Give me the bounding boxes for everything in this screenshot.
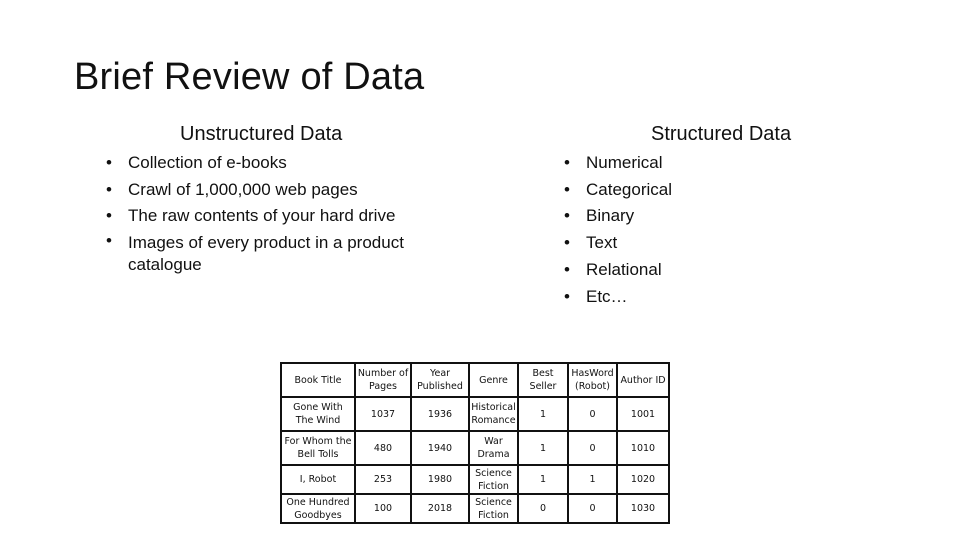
cell: 100 [354, 493, 412, 524]
cell: 1936 [410, 396, 470, 432]
structured-heading: Structured Data [651, 123, 792, 145]
header-cell: Best Seller [517, 362, 569, 398]
cell: I, Robot [280, 464, 356, 495]
books-table: Book Title Number of Pages Year Publishe… [280, 362, 670, 524]
header-cell: Genre [468, 362, 519, 398]
list-item: Text [564, 230, 672, 257]
list-item: Categorical [564, 177, 672, 204]
cell: Science Fiction [468, 464, 519, 495]
structured-list: Numerical Categorical Binary Text Relati… [564, 150, 672, 310]
cell: 0 [567, 430, 618, 466]
list-item: Relational [564, 257, 672, 284]
cell: 0 [567, 396, 618, 432]
cell: For Whom the Bell Tolls [280, 430, 356, 466]
cell: Science Fiction [468, 493, 519, 524]
cell: 1010 [616, 430, 670, 466]
cell: 1030 [616, 493, 670, 524]
list-item: Collection of e-books [106, 150, 446, 177]
cell: 253 [354, 464, 412, 495]
cell: 1980 [410, 464, 470, 495]
list-item: Crawl of 1,000,000 web pages [106, 177, 446, 204]
cell: War Drama [468, 430, 519, 466]
cell: Historical Romance [468, 396, 519, 432]
header-cell: Number of Pages [354, 362, 412, 398]
cell: 0 [517, 493, 569, 524]
table-row: One Hundred Goodbyes 100 2018 Science Fi… [280, 493, 670, 524]
cell: Gone With The Wind [280, 396, 356, 432]
table-header-row: Book Title Number of Pages Year Publishe… [280, 362, 670, 398]
cell: 1940 [410, 430, 470, 466]
header-cell: Year Published [410, 362, 470, 398]
table-row: I, Robot 253 1980 Science Fiction 1 1 10… [280, 464, 670, 495]
cell: One Hundred Goodbyes [280, 493, 356, 524]
cell: 0 [567, 493, 618, 524]
cell: 1020 [616, 464, 670, 495]
cell: 1037 [354, 396, 412, 432]
unstructured-list: Collection of e-books Crawl of 1,000,000… [106, 150, 446, 276]
header-cell: Author ID [616, 362, 670, 398]
slide-title: Brief Review of Data [74, 56, 425, 98]
cell: 1001 [616, 396, 670, 432]
list-item: The raw contents of your hard drive [106, 203, 446, 230]
list-item: Images of every product in a product cat… [106, 230, 446, 276]
unstructured-heading: Unstructured Data [180, 123, 343, 145]
cell: 480 [354, 430, 412, 466]
header-cell: Book Title [280, 362, 356, 398]
table-row: Gone With The Wind 1037 1936 Historical … [280, 396, 670, 432]
list-item: Binary [564, 203, 672, 230]
cell: 1 [517, 464, 569, 495]
header-cell: HasWord (Robot) [567, 362, 618, 398]
cell: 2018 [410, 493, 470, 524]
list-item: Numerical [564, 150, 672, 177]
cell: 1 [517, 430, 569, 466]
cell: 1 [517, 396, 569, 432]
list-item: Etc… [564, 284, 672, 311]
table-row: For Whom the Bell Tolls 480 1940 War Dra… [280, 430, 670, 466]
cell: 1 [567, 464, 618, 495]
